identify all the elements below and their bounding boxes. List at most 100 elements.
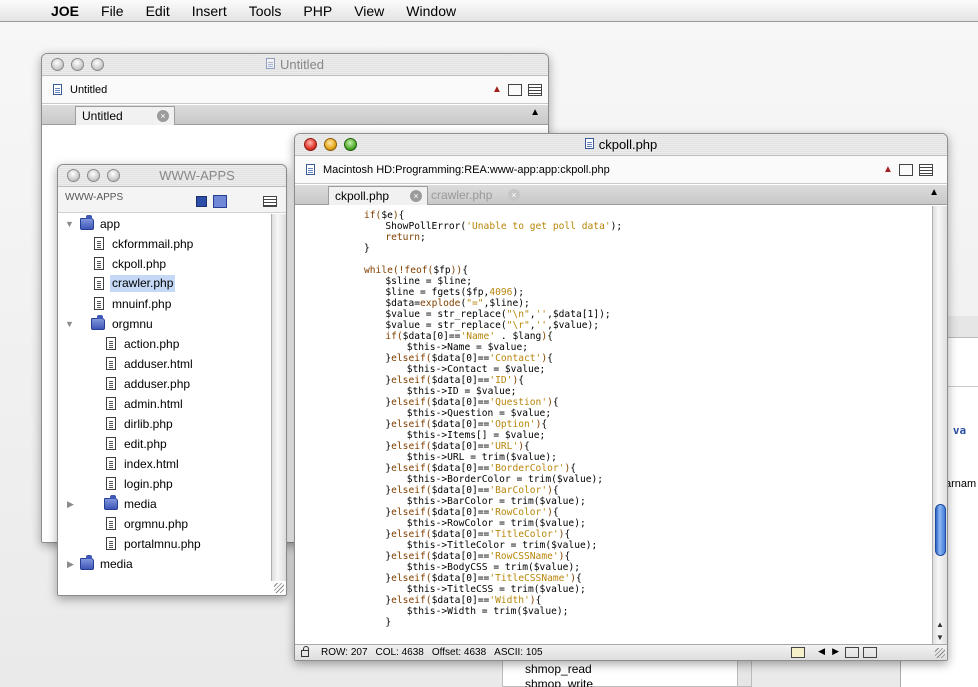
disclosure-triangle-open-icon[interactable]: ▼ [65,214,74,234]
code-line[interactable]: }elseif($data[0]=='URL'){ [385,441,529,452]
code-line[interactable]: }elseif($data[0]=='RowColor'){ [385,507,558,518]
menu-edit[interactable]: Edit [135,3,181,19]
code-line[interactable]: return; [385,232,425,243]
close-button[interactable] [67,169,80,182]
tab-menu-icon[interactable]: ▲ [929,187,939,198]
code-line[interactable]: $this->TitleCSS = trim($value); [407,584,586,595]
code-line[interactable]: $this->Contact = $value; [407,364,546,375]
menu-insert[interactable]: Insert [181,3,238,19]
tree-row-file[interactable]: ckpoll.php [58,254,270,274]
scroll-up-icon[interactable]: ▲ [933,618,947,631]
tree-row-media[interactable]: ▶ media [58,494,270,514]
tab-untitled[interactable]: Untitled × [75,106,175,125]
disclosure-triangle-closed-icon[interactable]: ▶ [67,554,74,574]
tree-row-file[interactable]: adduser.php [58,374,270,394]
code-line[interactable]: }elseif($data[0]=='Question'){ [385,397,558,408]
scroll-thumb[interactable] [935,504,946,556]
tree-row-file[interactable]: action.php [58,334,270,354]
code-line[interactable]: while(!feof($fp)){ [364,265,468,276]
save-icon[interactable] [196,196,207,207]
menu-file[interactable]: File [90,3,135,19]
code-line[interactable]: $value = str_replace("\n",'',$data[1]); [385,309,610,320]
tree-row-app[interactable]: ▼ app [58,214,270,234]
tree-row-file[interactable]: login.php [58,474,270,494]
tree-row-orgmnu[interactable]: ▼ orgmnu [58,314,270,334]
code-line[interactable]: $this->BorderColor = trim($value); [407,474,603,485]
code-line[interactable]: }elseif($data[0]=='Contact'){ [385,353,553,364]
share-icon[interactable]: ▲ [881,164,895,176]
code-line[interactable]: $sline = $line; [385,276,472,287]
code-line[interactable]: $this->Question = $value; [407,408,551,419]
info-panel-icon[interactable] [263,196,277,207]
code-line[interactable]: } [364,243,370,254]
close-tab-icon[interactable]: × [410,190,422,202]
code-editor[interactable]: if($e){ShowPollError('Unable to get poll… [295,205,931,644]
menu-joe[interactable]: JOE [40,3,90,19]
code-line[interactable]: }elseif($data[0]=='TitleCSSName'){ [385,573,581,584]
tree-row-file[interactable]: admin.html [58,394,270,414]
tree-row-file[interactable]: mnuinf.php [58,294,270,314]
scrollbar[interactable] [271,214,286,581]
tab-crawler[interactable]: crawler.php × [425,186,525,205]
disclosure-triangle-open-icon[interactable]: ▼ [65,314,74,334]
code-line[interactable]: }elseif($data[0]=='ID'){ [385,375,524,386]
split-vertical-icon[interactable] [845,647,859,658]
code-line[interactable]: $this->BarColor = trim($value); [407,496,586,507]
code-line[interactable]: $this->URL = trim($value); [407,452,557,463]
code-line[interactable]: }elseif($data[0]=='TitleColor'){ [385,529,570,540]
resize-handle[interactable] [935,648,945,658]
tree-row-file[interactable]: adduser.html [58,354,270,374]
info-panel-icon[interactable] [528,84,542,96]
menu-window[interactable]: Window [395,3,467,19]
scroll-down-icon[interactable]: ▼ [933,631,947,644]
code-line[interactable]: ShowPollError('Unable to get poll data')… [385,221,622,232]
split-horizontal-icon[interactable] [863,647,877,658]
tree-row-file[interactable]: dirlib.php [58,414,270,434]
code-line[interactable]: $this->Items[] = $value; [407,430,546,441]
title-bar[interactable]: WWW-APPS [58,165,286,187]
arrow-left-icon[interactable]: ◀ [818,646,825,657]
share-icon[interactable]: ▲ [490,84,504,96]
code-line[interactable]: $line = fgets($fp,4096); [385,287,524,298]
code-line[interactable]: }elseif($data[0]=='BarColor'){ [385,485,558,496]
code-line[interactable]: $this->TitleColor = trim($value); [407,540,598,551]
code-line[interactable]: }elseif($data[0]=='BorderColor'){ [385,463,576,474]
code-line[interactable]: $this->Width = trim($value); [407,606,569,617]
menu-php[interactable]: PHP [292,3,343,19]
code-line[interactable]: $value = str_replace("\r",'',$value); [385,320,599,331]
tree-row-media[interactable]: ▶ media [58,554,270,574]
menu-tools[interactable]: Tools [238,3,293,19]
tree-row-file[interactable]: edit.php [58,434,270,454]
list-item[interactable]: shmop_read [525,662,592,676]
close-tab-icon[interactable]: × [157,110,169,122]
menu-view[interactable]: View [343,3,395,19]
title-bar[interactable]: ckpoll.php [295,134,947,156]
tab-menu-icon[interactable]: ▲ [530,107,540,118]
disclosure-triangle-closed-icon[interactable]: ▶ [67,494,74,514]
split-view-icon[interactable] [508,84,522,96]
code-line[interactable]: $this->RowColor = trim($value); [407,518,586,529]
title-bar[interactable]: Untitled [42,54,548,76]
tab-ckpoll[interactable]: ckpoll.php × [328,186,428,205]
folder-icon[interactable] [213,195,227,208]
code-line[interactable]: if($e){ [364,210,404,221]
list-item[interactable]: shmop_write [525,677,593,687]
code-line[interactable]: } [385,617,391,628]
minimize-button[interactable] [87,169,100,182]
tree-row-file-selected[interactable]: crawler.php [58,274,270,294]
code-line[interactable]: $this->Name = $value; [407,342,528,353]
edit-icon[interactable] [791,647,805,658]
code-line[interactable]: }elseif($data[0]=='Width'){ [385,595,541,606]
code-line[interactable]: $this->BodyCSS = trim($value); [407,562,580,573]
code-line[interactable]: }elseif($data[0]=='RowCSSName'){ [385,551,570,562]
tree-row-file[interactable]: portalmnu.php [58,534,270,554]
resize-handle[interactable] [274,583,284,593]
tree-row-file[interactable]: ckformmail.php [58,234,270,254]
code-line[interactable]: $data=explode("=",$line); [385,298,529,309]
close-tab-icon[interactable]: × [508,189,520,201]
scrollbar[interactable]: ▲ ▼ [932,206,947,644]
code-line[interactable]: $this->ID = $value; [407,386,517,397]
info-panel-icon[interactable] [919,164,933,176]
code-line[interactable]: }elseif($data[0]=='Option'){ [385,419,547,430]
tree-row-file[interactable]: index.html [58,454,270,474]
